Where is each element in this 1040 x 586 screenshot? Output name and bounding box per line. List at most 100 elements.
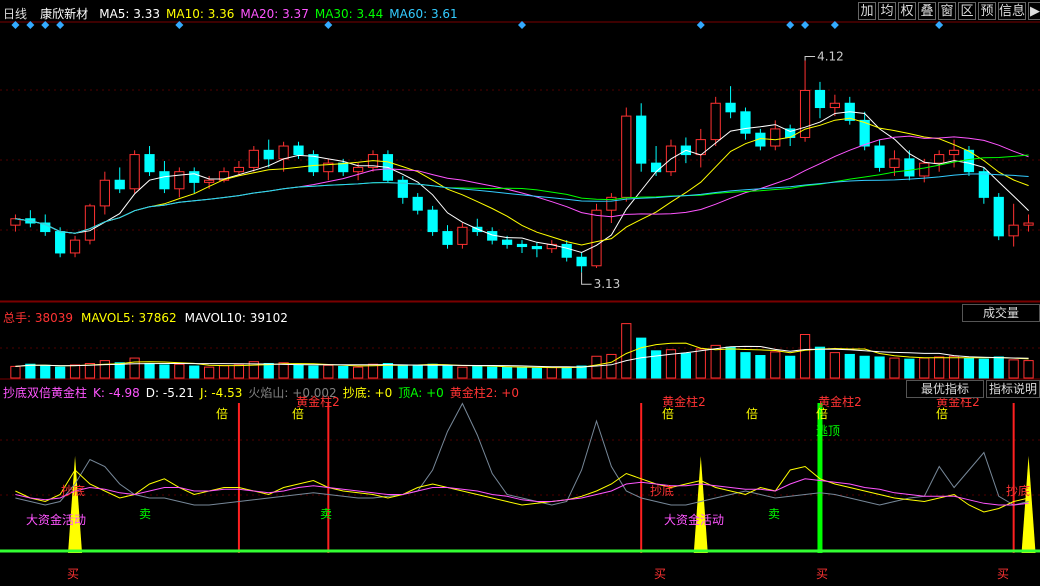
volume-bar [487,366,498,379]
candle-body [889,158,900,168]
price-header: 日线 康欣新材 MA5: 3.33 MA10: 3.36 MA20: 3.37 MA3… [3,3,458,21]
volume-button[interactable]: 成交量 [962,304,1040,322]
toolbar-arrow-button[interactable]: ▶ [1028,2,1040,20]
indicator-help-button[interactable]: 指标说明 [986,380,1040,398]
candle-body [516,243,528,248]
candle-body [412,196,423,211]
indicator-label: 买 [67,567,79,581]
bottom-signal-spike [693,456,708,553]
volume-bar [278,362,289,379]
volume-bar [695,348,706,379]
indicator-readout-5: 抄底: +0 [342,386,393,400]
volume-bar [412,364,423,379]
volume-bar [144,363,155,379]
indicator-label: 逃顶 [816,424,840,438]
toolbar-button-6[interactable]: 预 [978,2,996,20]
indicator-panel [0,402,1040,553]
volume-label-0: 总手: [3,311,35,325]
toolbar-button-5[interactable]: 区 [958,2,976,20]
candle-body [338,162,349,173]
toolbar-button-1[interactable]: 均 [878,2,896,20]
volume-bar [859,355,870,379]
candle-body [650,162,662,173]
volume-bar [978,358,989,379]
indicator-label: 抄底 [650,483,674,498]
candle-body [442,231,453,245]
candle-body [263,149,274,160]
volume-bar [1008,359,1019,379]
volume-bar [457,366,468,379]
toolbar-button-7[interactable]: 信息 [998,2,1026,20]
candle-body [770,128,781,147]
volume-bar [591,355,602,379]
volume-bar [427,363,438,379]
candle-body [710,102,721,141]
indicator-label: 买 [654,567,666,581]
indicator-label: 卖 [768,507,780,521]
volume-bar [546,366,557,379]
indicator-readout-4: 火焰山: +0.002 [248,386,337,400]
toolbar-button-4[interactable]: 窗 [938,2,956,20]
candle-body [636,115,647,164]
volume-bar [114,362,125,379]
grid-lines [0,21,1040,496]
low-price-label: 3.13 [594,277,621,291]
volume-bar [770,351,781,379]
volume-bar [40,364,51,379]
candle-body [740,111,751,134]
ma-readout-0: MA5: 3.33 [99,7,160,21]
indicator-label: 抄底 [1006,483,1030,498]
candle-body [561,243,572,258]
indicator-label: 倍 [746,406,758,421]
chart-canvas[interactable]: 4.123.13倍 倍黄金柱2 黄金柱2倍倍倍黄金柱2逃顶黄金柱2倍抄底 抄底 抄底大资… [0,0,1040,582]
volume-bar [561,366,572,379]
ma-readout-4: MA60: 3.61 [389,7,458,21]
best-indicator-button[interactable]: 最优指标 [906,380,984,398]
volume-bar [874,356,885,379]
volume-bar [889,357,900,379]
candle-body [829,102,840,109]
indicator-label: 大资金活动 [664,512,724,527]
toolbar-button-2[interactable]: 权 [898,2,916,20]
volume-bar [606,353,617,379]
stock-chart-window: 4.12 3.13 倍倍黄金柱2 黄金柱2 倍倍倍黄金柱2 逃顶 黄金柱2 倍抄底 抄底 抄底 大资… [0,0,1040,582]
volume-value-2: 39102 [249,311,288,325]
candle-body [591,209,602,267]
candle-body [457,226,468,245]
volume-label-1: MAVOL5: [81,311,139,325]
volume-bar [740,352,751,379]
candle-body [919,162,930,177]
candle-body [576,256,587,267]
volume-bar [993,356,1004,379]
volume-bar [755,355,766,379]
toolbar-button-0[interactable]: 加 [858,2,876,20]
volume-bar [10,365,21,379]
volume-bar [919,357,930,379]
volume-bar [99,360,110,379]
candle-body [352,166,364,173]
volume-bar [397,364,408,379]
volume-bar [710,344,721,379]
indicator-readout-0: 抄底双倍黄金柱 [3,386,88,400]
volume-bar [69,364,81,379]
ma-readout-2: MA20: 3.37 [240,7,309,21]
volume-bar [352,366,364,379]
period-label[interactable]: 日线 [3,7,27,21]
indicator-label: 倍 [216,406,228,421]
volume-bar [725,346,736,379]
candle-body [84,205,96,241]
price-panel [10,21,1034,273]
volume-panel [10,323,1034,379]
toolbar-button-3[interactable]: 叠 [918,2,936,20]
volume-bar [204,366,215,379]
volume-value-0: 38039 [34,311,74,325]
candle-body [501,239,513,245]
candle-body [874,145,885,168]
volume-bar [159,364,170,379]
volume-bar [129,357,140,379]
volume-bar [233,364,245,379]
indicator-label: 买 [997,567,1009,581]
indicator-label: 卖 [139,507,151,521]
volume-bar [174,363,185,379]
candle-body [248,149,259,168]
